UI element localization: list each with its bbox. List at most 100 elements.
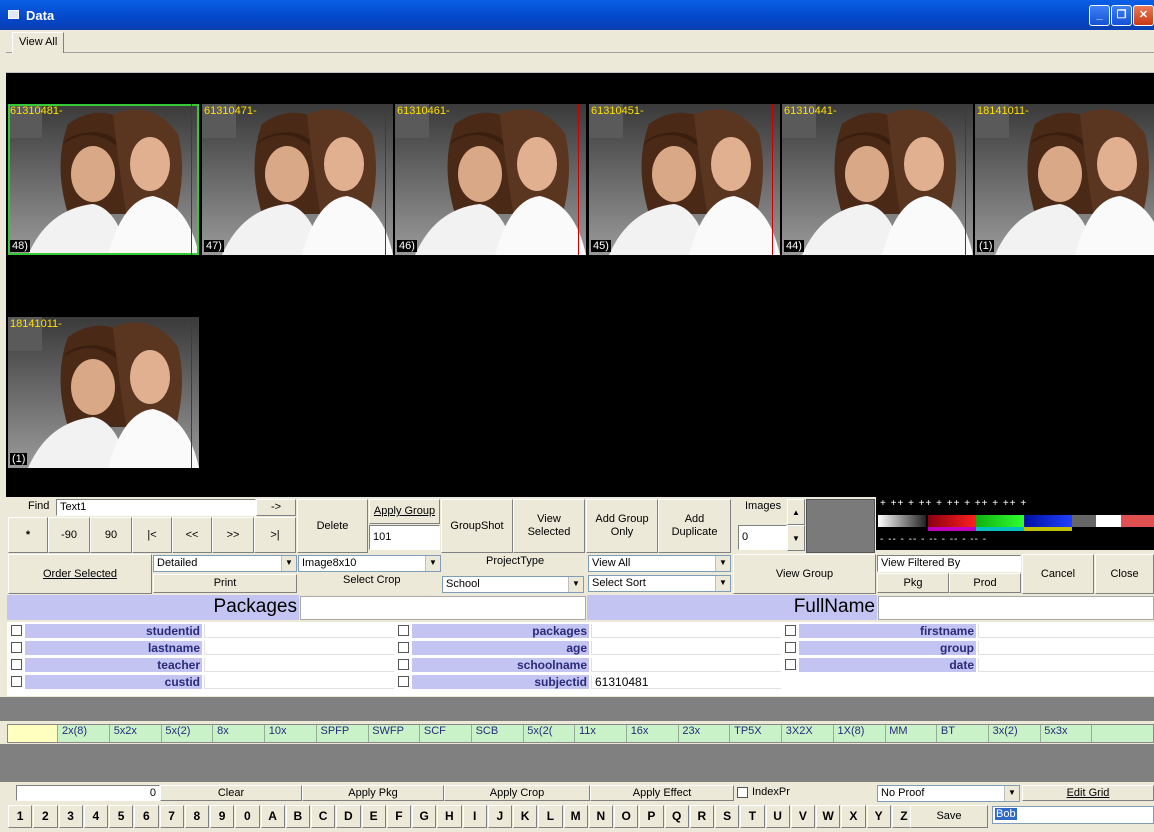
color-adjust-strip[interactable]: + ++ + ++ + ++ + ++ + ++ + - -- - -- - -… (876, 497, 1154, 550)
alpha-button-D[interactable]: D (336, 805, 361, 828)
alpha-button-I[interactable]: I (462, 805, 487, 828)
alpha-button-H[interactable]: H (437, 805, 462, 828)
order-selected-button[interactable]: Order Selected (8, 554, 152, 594)
apply-group-button[interactable]: Apply Group (369, 499, 440, 524)
field-value-lastname[interactable] (204, 641, 394, 655)
alpha-button-4[interactable]: 4 (83, 805, 108, 828)
alpha-button-R[interactable]: R (689, 805, 714, 828)
alpha-button-6[interactable]: 6 (134, 805, 159, 828)
count-input[interactable]: 0 (16, 785, 160, 801)
alpha-button-2[interactable]: 2 (33, 805, 58, 828)
sort-select[interactable]: Select Sort ▼ (588, 575, 731, 592)
alpha-button-1[interactable]: 1 (8, 805, 33, 828)
package-cell[interactable]: 10x (266, 725, 317, 742)
field-checkbox-date[interactable] (785, 659, 796, 670)
field-value-packages[interactable] (591, 624, 781, 638)
minimize-button[interactable]: _ (1089, 5, 1110, 26)
gallery-thumbnail[interactable]: 61310451- 45) (589, 104, 780, 255)
field-value-studentid[interactable] (204, 624, 394, 638)
gallery-thumbnail[interactable]: 18141011- (1) (8, 317, 199, 468)
field-checkbox-firstname[interactable] (785, 625, 796, 636)
package-cell[interactable]: MM (886, 725, 938, 742)
delete-button[interactable]: Delete (297, 499, 368, 553)
rotate-left-button[interactable]: -90 (48, 517, 90, 553)
alpha-button-O[interactable]: O (614, 805, 639, 828)
alpha-button-W[interactable]: W (816, 805, 841, 828)
package-slot-empty[interactable] (8, 725, 58, 742)
alpha-button-0[interactable]: 0 (235, 805, 260, 828)
field-checkbox-lastname[interactable] (11, 642, 22, 653)
prev-button[interactable]: << (172, 517, 212, 553)
view-group-button[interactable]: View Group (733, 554, 876, 594)
apply-group-input[interactable]: 101 (369, 525, 440, 550)
find-go-button[interactable]: -> (256, 499, 296, 516)
alpha-button-Y[interactable]: Y (866, 805, 891, 828)
alpha-button-9[interactable]: 9 (210, 805, 235, 828)
package-cell[interactable]: 3x(2) (990, 725, 1041, 742)
print-button[interactable]: Print (153, 574, 297, 593)
view-select[interactable]: View All ▼ (588, 555, 731, 572)
package-cell[interactable]: 5x2x (111, 725, 162, 742)
pkg-button[interactable]: Pkg (877, 573, 949, 593)
package-cell[interactable]: 5x3x (1041, 725, 1093, 742)
proof-select[interactable]: No Proof ▼ (877, 785, 1020, 802)
field-value-schoolname[interactable] (591, 658, 781, 672)
groupshot-button[interactable]: GroupShot (441, 499, 513, 553)
alpha-button-T[interactable]: T (740, 805, 765, 828)
alpha-button-E[interactable]: E (361, 805, 386, 828)
edit-grid-button[interactable]: Edit Grid (1022, 785, 1154, 801)
alpha-button-3[interactable]: 3 (58, 805, 83, 828)
alpha-button-5[interactable]: 5 (109, 805, 134, 828)
packages-input[interactable] (300, 596, 586, 620)
field-value-subjectid[interactable]: 61310481 (591, 675, 781, 689)
apply-crop-button[interactable]: Apply Crop (444, 785, 590, 801)
alpha-button-7[interactable]: 7 (159, 805, 184, 828)
alpha-button-L[interactable]: L (538, 805, 563, 828)
view-filtered-by-input[interactable]: View Filtered By (877, 555, 1021, 572)
clear-button[interactable]: Clear (160, 785, 302, 801)
alpha-button-F[interactable]: F (386, 805, 411, 828)
alpha-button-P[interactable]: P (639, 805, 664, 828)
package-cell[interactable]: 2x(8) (59, 725, 110, 742)
alpha-button-J[interactable]: J (487, 805, 512, 828)
close-button[interactable]: Close (1095, 554, 1154, 594)
images-up-button[interactable]: ▲ (787, 499, 805, 525)
next-button[interactable]: >> (212, 517, 254, 553)
alpha-button-A[interactable]: A (260, 805, 285, 828)
print-mode-select[interactable]: Detailed ▼ (153, 555, 297, 572)
package-cell[interactable]: 16x (628, 725, 679, 742)
field-checkbox-studentid[interactable] (11, 625, 22, 636)
cancel-button[interactable]: Cancel (1022, 554, 1094, 594)
find-input[interactable]: Text1 (56, 499, 256, 516)
close-window-button[interactable]: ✕ (1133, 5, 1154, 26)
alpha-button-Q[interactable]: Q (664, 805, 689, 828)
package-cell[interactable]: 8x (214, 725, 266, 742)
alpha-button-S[interactable]: S (715, 805, 740, 828)
package-cell[interactable]: SWFP (369, 725, 421, 742)
field-value-custid[interactable] (204, 675, 394, 689)
images-input[interactable]: 0 (738, 525, 787, 550)
field-value-age[interactable] (591, 641, 781, 655)
save-button[interactable]: Save (910, 805, 988, 828)
add-duplicate-button[interactable]: Add Duplicate (658, 499, 731, 553)
field-checkbox-schoolname[interactable] (398, 659, 409, 670)
package-cell[interactable]: SPFP (318, 725, 369, 742)
package-cell[interactable]: 3X2X (783, 725, 834, 742)
rotate-right-button[interactable]: 90 (90, 517, 132, 553)
package-cell[interactable]: 5x(2) (162, 725, 214, 742)
package-cell[interactable]: 11x (576, 725, 627, 742)
package-cell[interactable]: BT (938, 725, 989, 742)
field-value-date[interactable] (978, 658, 1154, 672)
restore-button[interactable]: ❐ (1111, 5, 1132, 26)
alpha-button-C[interactable]: C (311, 805, 336, 828)
alpha-button-N[interactable]: N (588, 805, 613, 828)
gallery-thumbnail[interactable]: 61310441- 44) (782, 104, 973, 255)
package-cell[interactable]: TP5X (731, 725, 783, 742)
project-type-select[interactable]: School ▼ (442, 576, 584, 593)
fullname-input[interactable] (878, 596, 1154, 620)
alpha-button-U[interactable]: U (765, 805, 790, 828)
star-button[interactable]: * (8, 517, 48, 553)
gallery-thumbnail[interactable]: 61310481- 48) (8, 104, 199, 255)
field-checkbox-teacher[interactable] (11, 659, 22, 670)
field-checkbox-age[interactable] (398, 642, 409, 653)
